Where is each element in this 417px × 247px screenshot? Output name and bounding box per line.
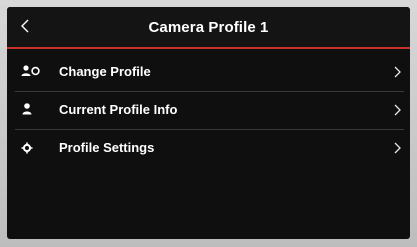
- chevron-right-icon: [392, 140, 402, 156]
- menu-item-current-profile-info[interactable]: Current Profile Info: [15, 92, 404, 130]
- menu-item-label: Profile Settings: [59, 140, 155, 155]
- user-icon: [21, 102, 41, 118]
- menu-list: Change Profile Current Profile Info Prof…: [7, 54, 410, 167]
- chevron-right-icon: [392, 102, 402, 118]
- gear-icon: [21, 140, 41, 156]
- menu-item-change-profile[interactable]: Change Profile: [15, 54, 404, 92]
- page-title: Camera Profile 1: [148, 19, 269, 36]
- users-switch-icon: [21, 64, 41, 80]
- menu-item-profile-settings[interactable]: Profile Settings: [15, 130, 404, 167]
- menu-item-label: Current Profile Info: [59, 102, 178, 117]
- menu-item-label: Change Profile: [59, 64, 151, 79]
- screen: Camera Profile 1 Change Profile Current …: [7, 7, 410, 239]
- header-bar: Camera Profile 1: [7, 7, 410, 49]
- device-bezel: Camera Profile 1 Change Profile Current …: [0, 0, 417, 247]
- chevron-right-icon: [392, 64, 402, 80]
